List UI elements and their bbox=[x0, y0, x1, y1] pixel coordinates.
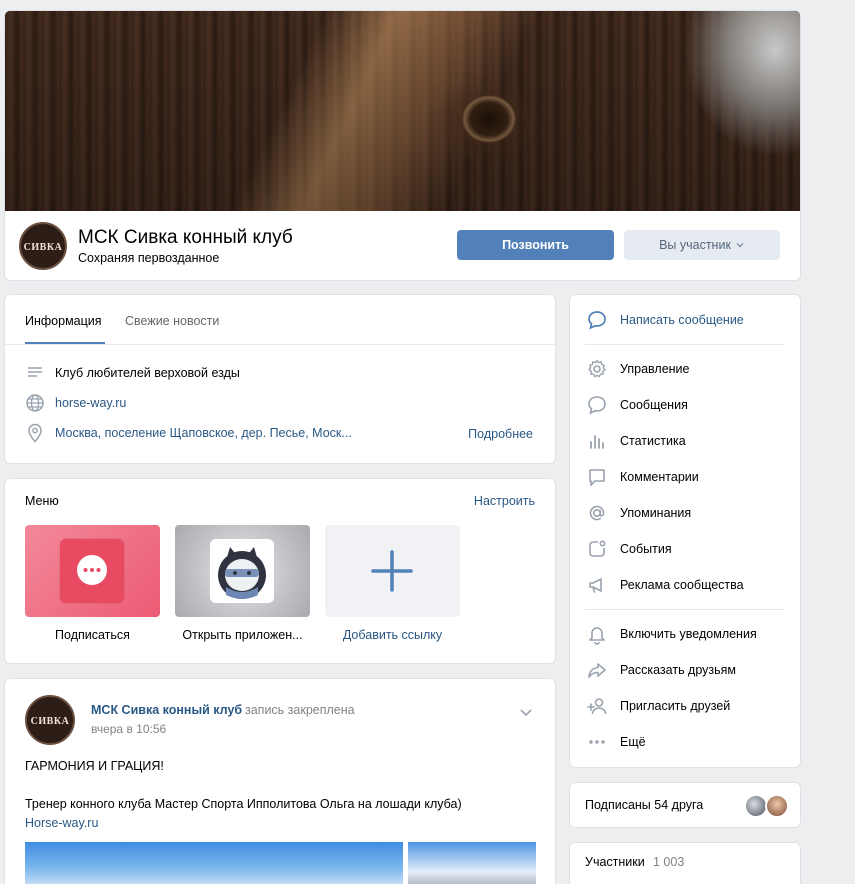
group-status: Сохраняя первозданное bbox=[78, 251, 220, 265]
action-invite-friends[interactable]: Пригласить друзей bbox=[585, 694, 730, 718]
members-count: 1 003 bbox=[653, 855, 685, 869]
member-button[interactable]: Вы участник bbox=[624, 230, 780, 260]
action-label: Упоминания bbox=[620, 506, 692, 520]
action-label: Реклама сообщества bbox=[620, 578, 744, 592]
action-label: Статистика bbox=[620, 434, 686, 448]
statistics-icon bbox=[585, 429, 609, 453]
action-advertise[interactable]: Реклама сообщества bbox=[585, 573, 744, 597]
chevron-down-icon[interactable] bbox=[519, 705, 533, 719]
megaphone-icon bbox=[585, 573, 609, 597]
group-description: Клуб любителей верховой езды bbox=[55, 366, 240, 380]
active-tab-indicator bbox=[25, 342, 105, 344]
chevron-down-icon bbox=[736, 243, 744, 248]
action-events[interactable]: События bbox=[585, 537, 672, 561]
menu-card: Меню Настроить Подписаться Открыть прило… bbox=[4, 478, 556, 664]
action-label: Пригласить друзей bbox=[620, 699, 731, 713]
share-arrow-icon bbox=[585, 658, 609, 682]
friends-subscribed-text: Подписаны 54 друга bbox=[585, 798, 704, 812]
friends-subscribed-card[interactable]: Подписаны 54 друга bbox=[569, 782, 801, 828]
cover-image bbox=[5, 11, 800, 211]
menu-tile-subscribe[interactable] bbox=[25, 525, 160, 617]
configure-menu-link[interactable]: Настроить bbox=[474, 494, 535, 508]
pinned-post-card: СИВКА МСК Сивка конный клуб запись закре… bbox=[4, 678, 556, 884]
post-author-avatar[interactable]: СИВКА bbox=[25, 695, 75, 745]
call-button[interactable]: Позвонить bbox=[457, 230, 614, 260]
globe-icon bbox=[25, 393, 45, 413]
menu-label-open-app[interactable]: Открыть приложен... bbox=[175, 628, 310, 642]
info-tabs: Информация Свежие новости bbox=[5, 295, 555, 345]
location-pin-icon bbox=[25, 423, 45, 443]
address-link[interactable]: Москва, поселение Щаповское, дер. Песье,… bbox=[55, 426, 352, 440]
cat-mascot-icon bbox=[218, 547, 266, 599]
at-sign-icon bbox=[585, 501, 609, 525]
description-row: Клуб любителей верховой езды bbox=[25, 363, 240, 383]
menu-label-subscribe[interactable]: Подписаться bbox=[25, 628, 160, 642]
calendar-icon bbox=[585, 537, 609, 561]
members-label: Участники bbox=[585, 855, 645, 869]
plus-icon bbox=[371, 550, 413, 592]
group-avatar[interactable]: СИВКА bbox=[19, 222, 67, 270]
menu-title: Меню bbox=[25, 494, 59, 508]
action-label: Рассказать друзьям bbox=[620, 663, 737, 677]
text-lines-icon bbox=[25, 363, 45, 383]
website-row: horse-way.ru bbox=[25, 393, 126, 413]
action-label: Включить уведомления bbox=[620, 627, 757, 641]
menu-label-add-link[interactable]: Добавить ссылку bbox=[325, 628, 460, 642]
tab-information[interactable]: Информация bbox=[25, 314, 102, 328]
action-messages[interactable]: Сообщения bbox=[585, 393, 688, 417]
write-message-button[interactable]: Написать сообщение bbox=[585, 308, 744, 332]
action-share[interactable]: Рассказать друзьям bbox=[585, 658, 736, 682]
post-author-name[interactable]: МСК Сивка конный клуб bbox=[91, 703, 242, 717]
message-bubble-icon bbox=[77, 555, 107, 585]
add-user-icon bbox=[585, 694, 609, 718]
action-more[interactable]: Ещё bbox=[585, 730, 646, 754]
divider bbox=[585, 344, 785, 345]
info-card: Информация Свежие новости Клуб любителей… bbox=[4, 294, 556, 464]
logo-text: СИВКА bbox=[30, 716, 70, 727]
friend-avatar[interactable] bbox=[765, 794, 789, 818]
post-timestamp[interactable]: вчера в 10:56 bbox=[91, 722, 166, 736]
bell-icon bbox=[585, 622, 609, 646]
action-label: Комментарии bbox=[620, 470, 699, 484]
more-info-link[interactable]: Подробнее bbox=[468, 427, 533, 441]
members-card[interactable]: Участники 1 003 bbox=[569, 842, 801, 884]
action-label: Сообщения bbox=[620, 398, 688, 412]
group-header-card: СИВКА МСК Сивка конный клуб Сохраняя пер… bbox=[4, 10, 801, 281]
address-row: Москва, поселение Щаповское, дер. Песье,… bbox=[25, 423, 352, 443]
member-button-label: Вы участник bbox=[659, 238, 731, 252]
website-link[interactable]: horse-way.ru bbox=[55, 396, 126, 410]
divider bbox=[585, 609, 785, 610]
post-text-body: Тренер конного клуба Мастер Спорта Иппол… bbox=[25, 797, 462, 811]
tab-latest-news[interactable]: Свежие новости bbox=[125, 314, 219, 328]
action-statistics[interactable]: Статистика bbox=[585, 429, 686, 453]
post-photo-2[interactable] bbox=[408, 842, 536, 884]
menu-tile-app[interactable] bbox=[175, 525, 310, 617]
post-text-heading: ГАРМОНИЯ И ГРАЦИЯ! bbox=[25, 759, 164, 773]
menu-tile-add-link[interactable] bbox=[325, 525, 460, 617]
more-dots-icon bbox=[585, 730, 609, 754]
post-pinned-label: запись закреплена bbox=[245, 703, 355, 717]
action-mentions[interactable]: Упоминания bbox=[585, 501, 691, 525]
comment-icon bbox=[585, 465, 609, 489]
message-icon bbox=[585, 393, 609, 417]
action-notifications[interactable]: Включить уведомления bbox=[585, 622, 757, 646]
gear-icon bbox=[585, 357, 609, 381]
post-photo-1[interactable] bbox=[25, 842, 403, 884]
action-label: Управление bbox=[620, 362, 690, 376]
action-label: Ещё bbox=[620, 735, 646, 749]
logo-text: СИВКА bbox=[23, 242, 63, 253]
group-name: МСК Сивка конный клуб bbox=[78, 227, 293, 248]
post-link[interactable]: Horse-way.ru bbox=[25, 816, 98, 830]
chat-bubble-icon bbox=[585, 308, 609, 332]
action-manage[interactable]: Управление bbox=[585, 357, 690, 381]
write-message-label: Написать сообщение bbox=[620, 313, 744, 327]
actions-card: Написать сообщение Управление Сообщения … bbox=[569, 294, 801, 768]
action-label: События bbox=[620, 542, 672, 556]
action-comments[interactable]: Комментарии bbox=[585, 465, 699, 489]
